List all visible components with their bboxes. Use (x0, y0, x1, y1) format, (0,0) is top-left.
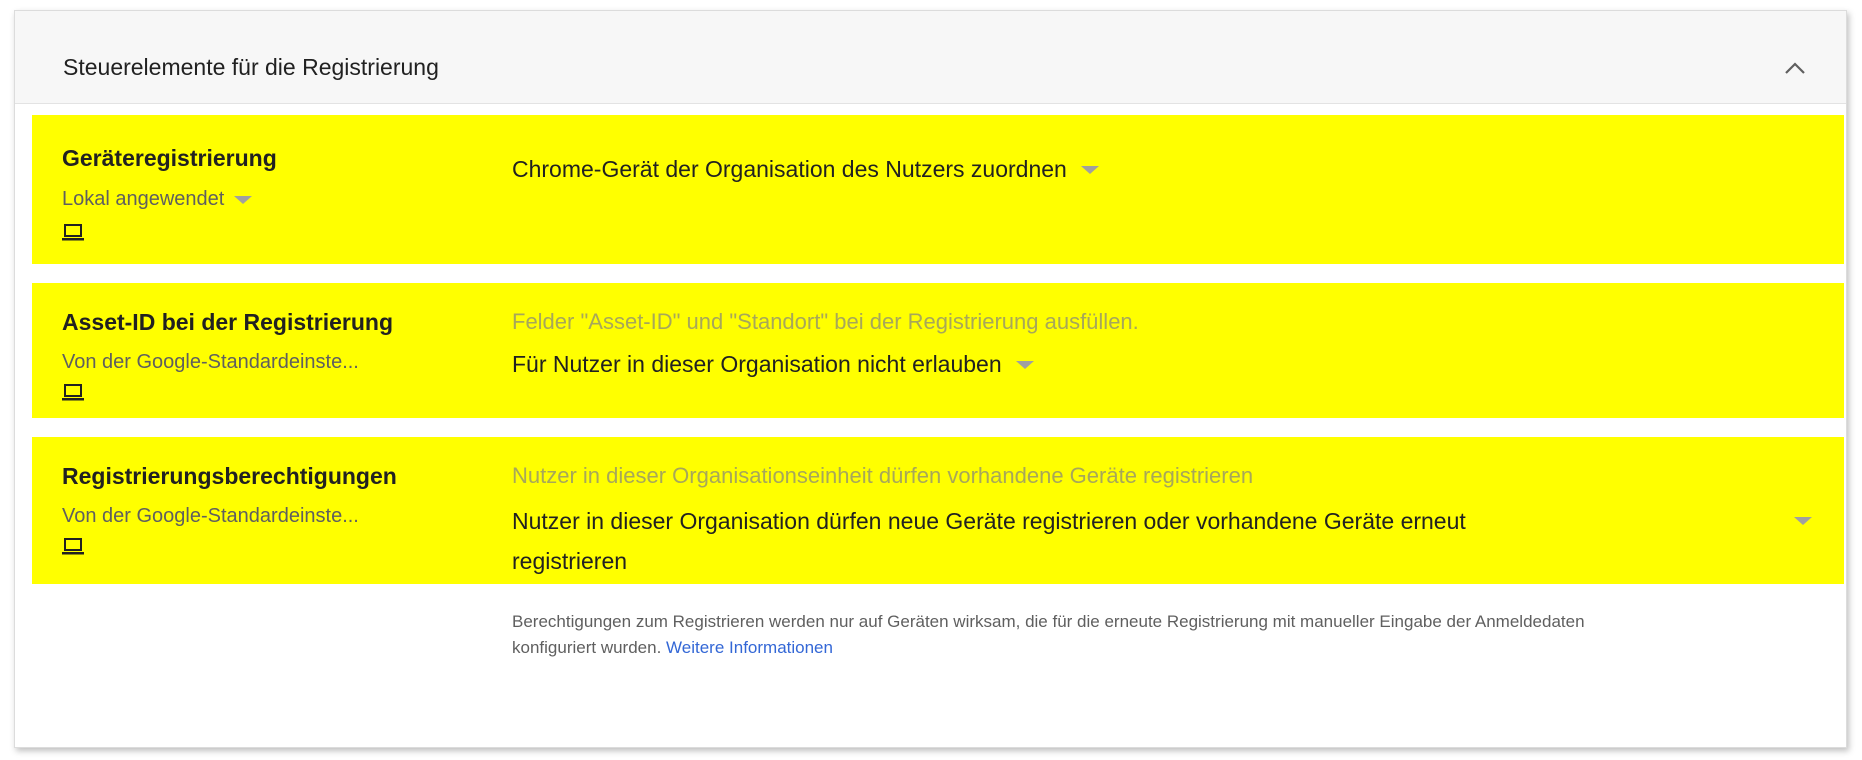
enrollment-controls-card: Steuerelemente für die Registrierung Ger… (14, 10, 1847, 748)
caret-down-icon[interactable] (1080, 165, 1099, 174)
info-note: Berechtigungen zum Registrieren werden n… (512, 609, 1632, 661)
laptop-icon (62, 384, 84, 401)
learn-more-link[interactable]: Weitere Informationen (666, 638, 833, 657)
setting-source: Von der Google-Standardeinste... (62, 505, 359, 528)
laptop-icon (62, 224, 84, 241)
setting-value-select[interactable]: Nutzer in dieser Organisation dürfen neu… (512, 501, 1812, 581)
setting-value-line: registrieren (512, 548, 628, 574)
setting-value-text: Chrome-Gerät der Organisation des Nutzer… (512, 156, 1067, 182)
caret-down-icon[interactable] (1794, 517, 1812, 525)
setting-value-select[interactable]: Chrome-Gerät der Organisation des Nutzer… (512, 156, 1099, 183)
setting-value-select[interactable]: Für Nutzer in dieser Organisation nicht … (512, 351, 1034, 378)
setting-row-device-enrollment: Geräteregistrierung Lokal angewendet Chr… (32, 115, 1844, 264)
setting-value-line: Nutzer in dieser Organisation dürfen neu… (512, 508, 1466, 534)
setting-label: Asset-ID bei der Registrierung (62, 309, 394, 335)
setting-source-text: Lokal angewendet (62, 188, 225, 210)
setting-value-text: Nutzer in dieser Organisation dürfen neu… (512, 501, 1642, 581)
setting-row-asset-id: Asset-ID bei der Registrierung Von der G… (32, 283, 1844, 418)
caret-down-icon[interactable] (1015, 360, 1034, 369)
setting-label: Registrierungsberechtigungen (62, 463, 397, 489)
setting-value-text: Für Nutzer in dieser Organisation nicht … (512, 351, 1002, 377)
laptop-icon (62, 538, 84, 555)
caret-down-icon[interactable] (234, 195, 253, 204)
setting-hint: Felder "Asset-ID" und "Standort" bei der… (512, 309, 1139, 334)
setting-hint: Nutzer in dieser Organisationseinheit dü… (512, 463, 1254, 488)
setting-source: Von der Google-Standardeinste... (62, 351, 359, 374)
setting-row-enrollment-permissions: Registrierungsberechtigungen Von der Goo… (32, 437, 1844, 584)
setting-source-text: Von der Google-Standardeinste... (62, 505, 359, 527)
chevron-up-icon[interactable] (1782, 57, 1808, 79)
setting-source[interactable]: Lokal angewendet (62, 188, 253, 211)
setting-source-text: Von der Google-Standardeinste... (62, 351, 359, 373)
card-header[interactable]: Steuerelemente für die Registrierung (15, 11, 1846, 104)
setting-label: Geräteregistrierung (62, 145, 277, 171)
card-title: Steuerelemente für die Registrierung (63, 54, 439, 80)
